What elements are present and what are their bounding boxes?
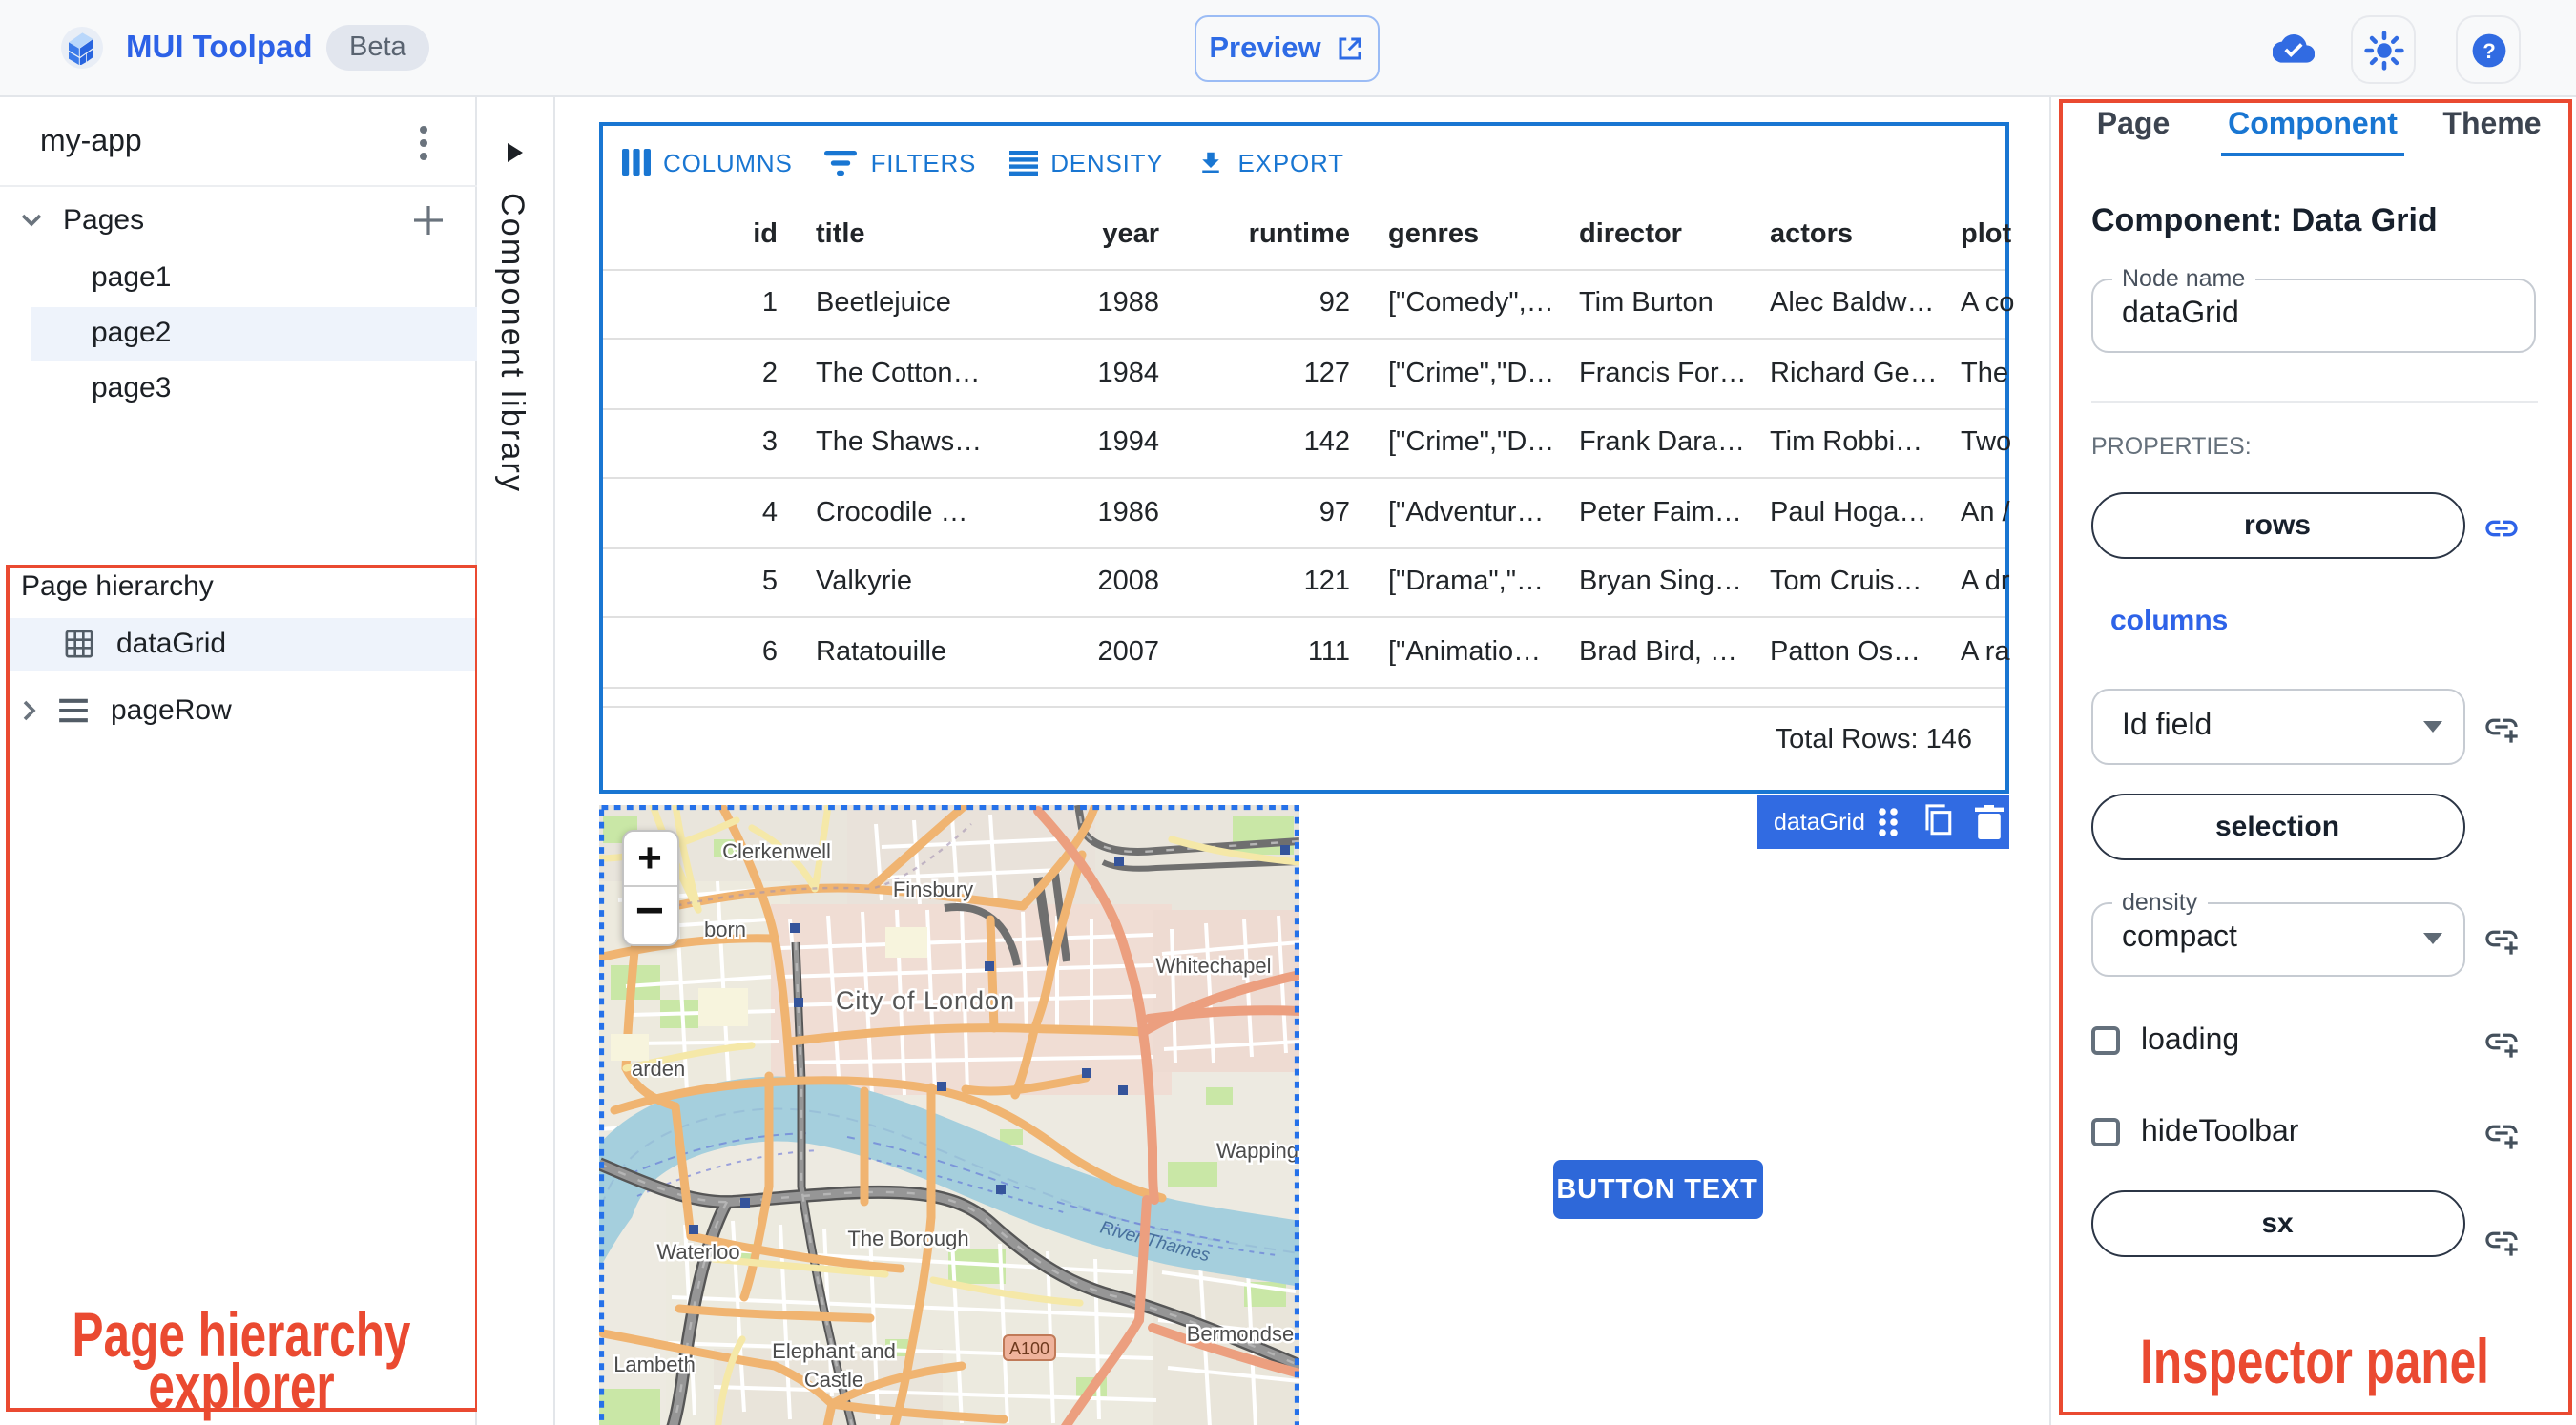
svg-text:?: ? xyxy=(2482,38,2495,62)
